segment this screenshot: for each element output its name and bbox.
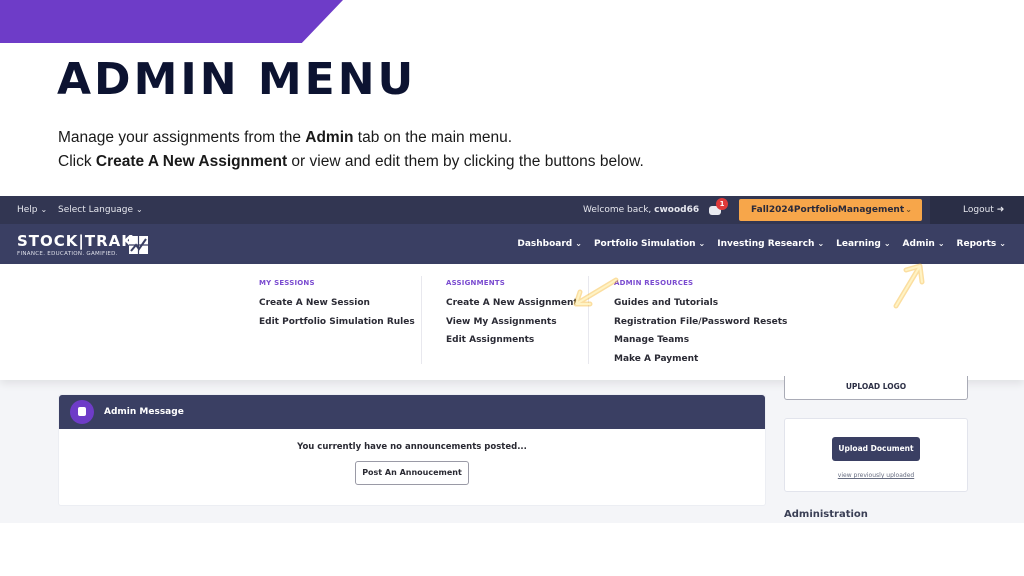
notifications-button[interactable]: 1 (708, 198, 728, 217)
chevron-down-icon: ⌄ (40, 205, 48, 214)
welcome-text: Welcome back, cwood66 (583, 205, 700, 215)
view-previously-uploaded-link[interactable]: view previously uploaded (785, 472, 967, 479)
top-bar: Help ⌄ Select Language ⌄ Welcome back, cwo… (0, 196, 1024, 224)
menu-link-create-assignment[interactable]: Create A New Assignment (446, 298, 578, 317)
column-heading: ASSIGNMENTS (446, 279, 506, 287)
intro-line-2: Click Create A New Assignment or view an… (58, 153, 644, 170)
session-select[interactable]: Fall2024PortfolioManagement ⌄ (739, 199, 922, 221)
nav-items: Dashboard ⌄ Portfolio Simulation ⌄ Investi… (517, 239, 1006, 249)
intro-text: Manage your assignments from the Admin t… (58, 126, 644, 174)
upload-document-card: Upload Document view previously uploaded (784, 418, 968, 492)
chevron-down-icon: ⌄ (999, 239, 1006, 248)
logout-arrow-icon: ➜ (996, 205, 1005, 215)
menu-link-make-payment[interactable]: Make A Payment (614, 354, 787, 373)
column-divider (421, 276, 422, 364)
nav-admin[interactable]: Admin ⌄ (903, 239, 945, 249)
menu-link-edit-rules[interactable]: Edit Portfolio Simulation Rules (259, 317, 415, 336)
upload-document-button[interactable]: Upload Document (832, 437, 920, 461)
annotation-arrow-icon (893, 263, 925, 309)
panel-header: Admin Message (59, 395, 765, 429)
menu-column-assignments: ASSIGNMENTS Create A New Assignment View… (446, 279, 578, 354)
panel-title: Admin Message (104, 407, 184, 417)
column-heading: ADMIN RESOURCES (614, 279, 694, 287)
chevron-down-icon: ⌄ (698, 239, 706, 248)
menu-link-view-assignments[interactable]: View My Assignments (446, 317, 578, 336)
menu-link-manage-teams[interactable]: Manage Teams (614, 335, 787, 354)
admin-mega-menu: MY SESSIONS Create A New Session Edit Po… (0, 264, 1024, 380)
menu-column-my-sessions: MY SESSIONS Create A New Session Edit Po… (259, 279, 415, 335)
logo-wordmark: STOCK|TRAK (17, 232, 134, 250)
chevron-down-icon: ⌄ (136, 205, 143, 214)
menu-link-edit-assignments[interactable]: Edit Assignments (446, 335, 578, 354)
stocktrak-logo[interactable]: STOCK|TRAK FINANCE. EDUCATION. GAMIFIED. (17, 232, 134, 257)
chevron-down-icon: ⌄ (905, 205, 912, 214)
administration-heading: Administration (784, 509, 868, 520)
nav-portfolio-simulation[interactable]: Portfolio Simulation ⌄ (594, 239, 705, 249)
logo-tagline: FINANCE. EDUCATION. GAMIFIED. (17, 251, 118, 257)
admin-message-panel: Admin Message You currently have no anno… (58, 394, 766, 506)
language-select[interactable]: Select Language ⌄ (58, 205, 143, 215)
header-accent-shape (0, 0, 343, 43)
annotation-arrow-icon (573, 277, 619, 307)
message-icon (70, 400, 94, 424)
no-announcements-text: You currently have no announcements post… (297, 442, 527, 452)
post-announcement-button[interactable]: Post An Annoucement (355, 461, 469, 485)
nav-learning[interactable]: Learning ⌄ (836, 239, 890, 249)
logo-chart-icon (129, 236, 148, 254)
intro-line-1: Manage your assignments from the Admin t… (58, 129, 513, 146)
upload-logo-button[interactable]: UPLOAD LOGO (784, 376, 968, 400)
nav-dashboard[interactable]: Dashboard ⌄ (517, 239, 582, 249)
chevron-down-icon: ⌄ (575, 239, 582, 248)
logout-button[interactable]: Logout ➜ (963, 205, 1004, 215)
main-nav: STOCK|TRAK FINANCE. EDUCATION. GAMIFIED.… (0, 224, 1024, 264)
notification-badge: 1 (716, 198, 728, 210)
nav-reports[interactable]: Reports ⌄ (957, 239, 1006, 249)
chevron-down-icon: ⌄ (817, 239, 825, 248)
help-menu[interactable]: Help ⌄ (17, 205, 47, 215)
app-screenshot: Help ⌄ Select Language ⌄ Welcome back, cwo… (0, 196, 1024, 523)
chevron-down-icon: ⌄ (937, 239, 945, 248)
menu-column-admin-resources: ADMIN RESOURCES Guides and Tutorials Reg… (614, 279, 787, 372)
menu-link-registration-resets[interactable]: Registration File/Password Resets (614, 317, 787, 336)
chevron-down-icon: ⌄ (883, 239, 891, 248)
menu-link-guides[interactable]: Guides and Tutorials (614, 298, 787, 317)
slide-title: ADMIN MENU (57, 54, 417, 105)
column-heading: MY SESSIONS (259, 279, 315, 287)
nav-investing-research[interactable]: Investing Research ⌄ (717, 239, 824, 249)
menu-link-create-session[interactable]: Create A New Session (259, 298, 415, 317)
